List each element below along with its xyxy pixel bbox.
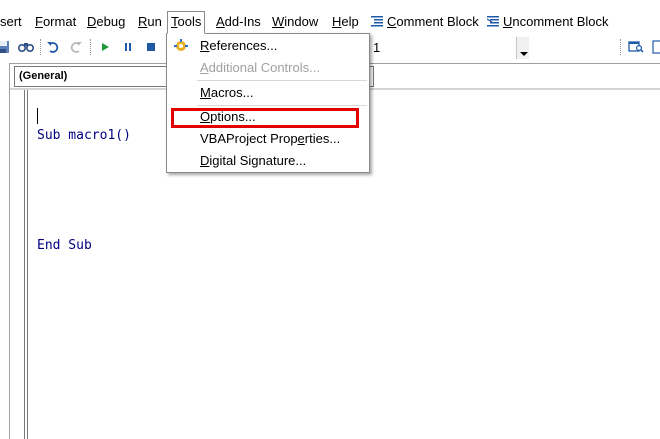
menu-window[interactable]: Window xyxy=(272,11,318,33)
menu-item-references[interactable]: References... xyxy=(200,36,277,56)
undo-icon[interactable] xyxy=(44,38,62,56)
options-highlight-box xyxy=(171,108,359,128)
uncomment-block-button[interactable]: Uncomment Block xyxy=(486,11,608,34)
toolbar-separator xyxy=(620,39,621,55)
save-icon[interactable] xyxy=(0,38,12,56)
menu-run[interactable]: Run xyxy=(138,11,162,33)
menu-insert[interactable]: sert xyxy=(0,11,22,33)
chevron-down-icon[interactable] xyxy=(516,37,529,59)
procedure-combo-value: 1 xyxy=(373,40,381,55)
menu-debug[interactable]: Debug xyxy=(87,11,125,33)
menu-tools[interactable]: Tools xyxy=(167,11,206,34)
find-icon[interactable] xyxy=(17,38,35,56)
references-icon xyxy=(173,38,189,54)
procedure-combo[interactable]: 1 xyxy=(365,37,530,59)
menu-item-additional-controls: Additional Controls... xyxy=(200,60,320,75)
scroll-icon[interactable] xyxy=(648,38,660,56)
text-caret xyxy=(37,108,38,124)
margin-indicator-bar[interactable] xyxy=(24,90,28,439)
menu-item-vbaproject-properties[interactable]: VBAProject Properties... xyxy=(200,129,340,149)
menu-format[interactable]: Format xyxy=(35,11,76,33)
code-line[interactable] xyxy=(37,182,131,201)
comment-block-button[interactable]: Comment Block xyxy=(371,11,479,33)
menu-item-macros[interactable]: Macros... xyxy=(200,83,253,103)
menu-bar: sert Format Debug Run Tools Add-Ins Wind… xyxy=(0,11,660,34)
toolbar-separator xyxy=(90,39,91,55)
break-icon[interactable] xyxy=(119,38,137,56)
comment-block-icon xyxy=(371,12,383,34)
menu-separator xyxy=(197,80,367,81)
menu-item-digital-signature[interactable]: Digital Signature... xyxy=(200,151,306,171)
reset-icon[interactable] xyxy=(142,38,160,56)
run-icon[interactable] xyxy=(96,38,114,56)
menu-add-ins[interactable]: Add-Ins xyxy=(216,11,261,33)
tools-menu-dropdown: References... Additional Controls... Mac… xyxy=(166,33,370,173)
code-line[interactable]: End Sub xyxy=(37,237,131,256)
code-line[interactable]: Sub macro1() xyxy=(37,127,131,146)
menu-separator xyxy=(197,105,367,106)
object-browser-icon[interactable] xyxy=(627,38,645,56)
uncomment-block-icon xyxy=(486,12,499,34)
toolbar-separator xyxy=(40,39,41,55)
code-editor[interactable]: Sub macro1() End Sub xyxy=(37,91,131,292)
redo-icon[interactable] xyxy=(67,38,85,56)
menu-help[interactable]: Help xyxy=(332,11,359,33)
